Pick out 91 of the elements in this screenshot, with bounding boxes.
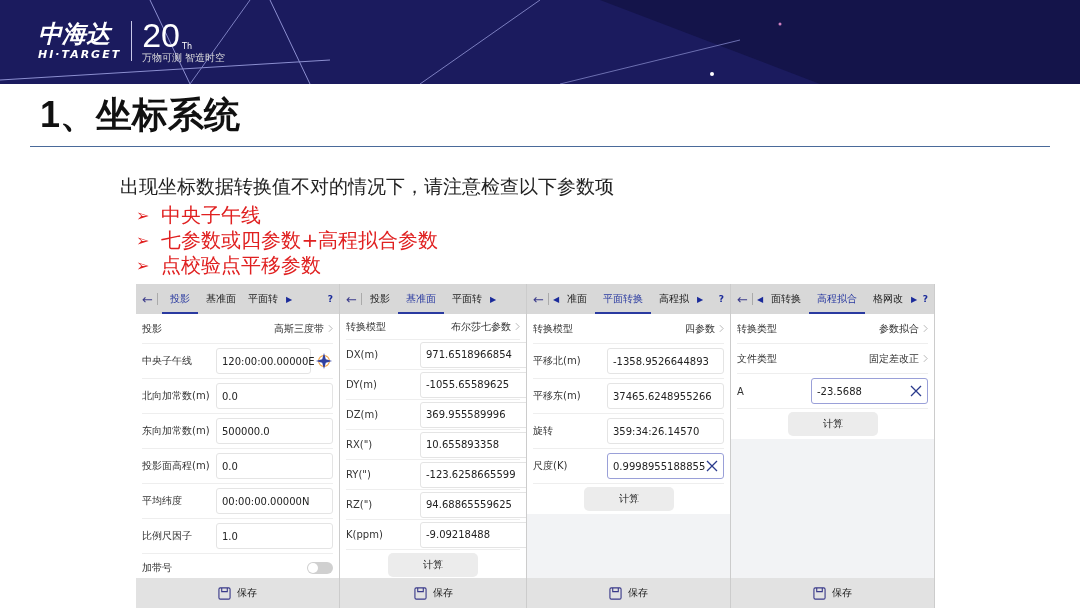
- select-value[interactable]: 参数拟合: [879, 321, 919, 336]
- field-label: 平移北(m): [533, 354, 582, 368]
- input-field[interactable]: 37465.6248955266: [607, 383, 724, 409]
- field-label: 投影面高程(m): [142, 459, 211, 473]
- bullet-text: 七参数或四参数+高程拟合参数: [161, 227, 439, 254]
- field-label: K(ppm): [346, 529, 384, 540]
- input-field[interactable]: -9.09218488: [420, 521, 526, 548]
- tab[interactable]: 平面转: [447, 284, 486, 314]
- calculate-button[interactable]: 计算: [787, 412, 878, 436]
- field-label: DY(m): [346, 379, 378, 390]
- input-field[interactable]: 10.655893358: [420, 431, 526, 458]
- input-field[interactable]: 1.0: [216, 523, 333, 549]
- bullet-text: 点校验点平移参数: [161, 252, 322, 279]
- field-label: A: [737, 385, 745, 397]
- field-label: 中央子午线: [142, 354, 193, 368]
- help-button[interactable]: ?: [718, 294, 724, 304]
- anniversary-suffix: Th: [182, 42, 192, 52]
- logo-subtitle: HI·TARGET: [38, 48, 122, 62]
- compass-star-icon[interactable]: [315, 352, 333, 370]
- tab[interactable]: 面转换: [767, 284, 806, 314]
- scroll-right-button[interactable]: ▶: [697, 294, 704, 304]
- input-field[interactable]: -1055.65589625: [420, 371, 526, 398]
- scroll-right-button[interactable]: ▶: [285, 294, 293, 304]
- input-field[interactable]: 359:34:26.14570: [607, 418, 724, 444]
- field-label: 东向加常数(m): [142, 424, 211, 438]
- input-field[interactable]: -23.5688: [811, 378, 928, 404]
- toggle-switch[interactable]: [307, 562, 333, 574]
- scroll-left-button[interactable]: ◀: [756, 294, 764, 304]
- field-label: RX("): [346, 439, 374, 450]
- anniversary-number: 20: [142, 18, 180, 52]
- field-label: 平均纬度: [142, 494, 183, 508]
- input-field[interactable]: 500000.0: [216, 418, 333, 444]
- field-label: 尺度(K): [533, 459, 569, 473]
- bullet-arrow: ➢: [136, 206, 150, 225]
- input-field[interactable]: -1358.9526644893: [607, 348, 724, 374]
- row-label: 转换类型: [737, 321, 778, 336]
- tab[interactable]: 平面转: [243, 284, 282, 314]
- tab[interactable]: 准面: [563, 284, 592, 314]
- calculate-button[interactable]: 计算: [583, 487, 674, 511]
- back-button[interactable]: ←: [737, 291, 748, 307]
- chevron-icon: [719, 324, 724, 333]
- help-button[interactable]: ?: [922, 294, 928, 304]
- toggle-label: 加带号: [142, 561, 172, 575]
- row-label: 转换模型: [533, 321, 574, 336]
- tab[interactable]: 格网改: [869, 284, 908, 314]
- select-value[interactable]: 高斯三度带: [274, 321, 324, 336]
- input-field[interactable]: 00:00:00.00000N: [216, 488, 333, 514]
- slide-title: 1、坐标系统: [40, 93, 242, 137]
- scroll-right-button[interactable]: ▶: [911, 294, 918, 304]
- input-field[interactable]: 0.0: [216, 453, 333, 479]
- field-label: RY("): [346, 469, 372, 480]
- clear-icon[interactable]: [910, 385, 922, 397]
- input-field[interactable]: 0.0: [216, 383, 333, 409]
- row-label: 投影: [142, 321, 163, 336]
- field-label: RZ("): [346, 499, 374, 510]
- field-label: DX(m): [346, 349, 380, 360]
- tab[interactable]: 高程拟: [655, 284, 694, 314]
- input-field[interactable]: 94.68865559625: [420, 491, 526, 518]
- field-label: 北向加常数(m): [142, 389, 211, 403]
- back-button[interactable]: ←: [142, 291, 153, 307]
- bullet-text: 中央子午线: [161, 202, 262, 229]
- slogan: 万物可测 智造时空: [142, 52, 226, 64]
- field-label: 平移东(m): [533, 389, 582, 403]
- input-field[interactable]: -123.6258665599: [420, 461, 526, 488]
- help-button[interactable]: ?: [327, 294, 333, 304]
- chevron-icon: [328, 324, 333, 333]
- chevron-icon: [923, 324, 928, 333]
- field-label: 比例尺因子: [142, 529, 193, 543]
- bullet-arrow: ➢: [136, 231, 150, 250]
- scroll-right-button[interactable]: ▶: [489, 294, 497, 304]
- field-label: DZ(m): [346, 409, 380, 420]
- input-field[interactable]: 971.6518966854: [420, 341, 526, 368]
- bullet-arrow: ➢: [136, 256, 150, 275]
- intro-text: 出现坐标数据转换值不对的情况下，请注意检查以下参数项: [120, 174, 615, 199]
- field-label: 旋转: [533, 424, 554, 438]
- calculate-button[interactable]: 计算: [388, 553, 478, 577]
- select-value[interactable]: 四参数: [685, 321, 715, 336]
- row-label: 文件类型: [737, 351, 778, 366]
- select-value[interactable]: 布尔莎七参数: [451, 319, 511, 334]
- clear-icon[interactable]: [706, 460, 718, 472]
- select-value[interactable]: 固定差改正: [869, 351, 919, 366]
- tab[interactable]: 基准面: [201, 284, 240, 314]
- input-field[interactable]: 0.9998955188855: [607, 453, 724, 479]
- chevron-icon: [923, 354, 928, 363]
- back-button[interactable]: ←: [346, 291, 357, 307]
- scroll-left-button[interactable]: ◀: [552, 294, 560, 304]
- tab[interactable]: 投影: [365, 284, 394, 314]
- chevron-icon: [515, 322, 520, 331]
- back-button[interactable]: ←: [533, 291, 544, 307]
- input-field[interactable]: 369.955589996: [420, 401, 526, 428]
- row-label: 转换模型: [346, 319, 387, 334]
